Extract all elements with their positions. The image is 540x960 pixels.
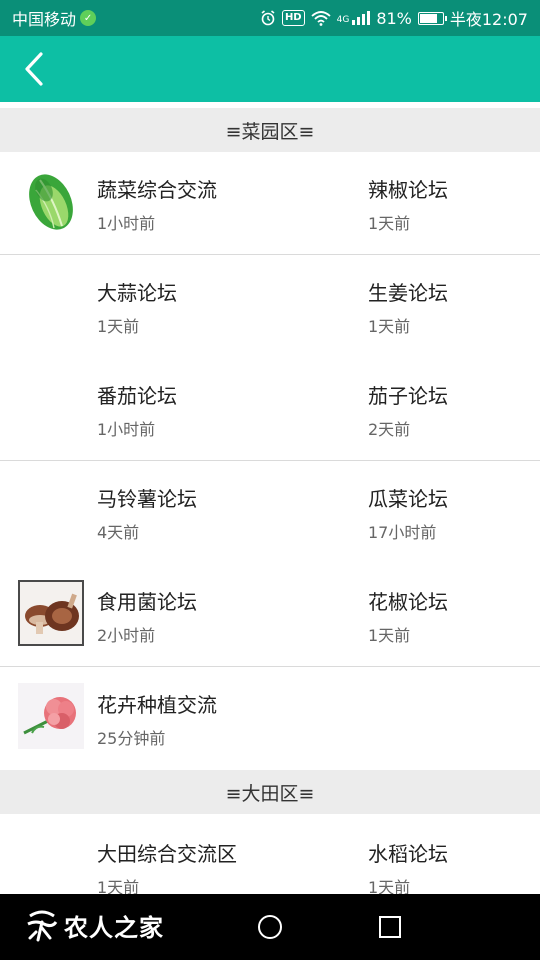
recent-apps-button[interactable] xyxy=(379,916,401,938)
forum-name: 马铃薯论坛 xyxy=(97,487,197,511)
forum-item-flowers[interactable]: 花卉种植交流 25分钟前 xyxy=(0,667,350,770)
forum-item-pepper[interactable]: 辣椒论坛 1天前 xyxy=(350,152,540,254)
forum-time: 2天前 xyxy=(368,420,411,439)
forum-name: 花卉种植交流 xyxy=(97,693,217,717)
forum-item-potato[interactable]: 马铃薯论坛 4天前 xyxy=(0,461,350,564)
brand-emblem-icon xyxy=(27,910,58,942)
forum-time: 1天前 xyxy=(97,317,140,336)
forum-row: 番茄论坛 1小时前 茄子论坛 2天前 xyxy=(0,358,540,461)
forum-name: 大蒜论坛 xyxy=(97,281,177,305)
forum-time: 17小时前 xyxy=(368,523,437,542)
forum-name: 水稻论坛 xyxy=(368,842,448,866)
battery-fill xyxy=(419,13,438,23)
app-bar xyxy=(0,36,540,102)
carrier-name: 中国移动 xyxy=(12,10,77,29)
forum-time: 25分钟前 xyxy=(97,729,166,748)
forum-time: 1天前 xyxy=(368,626,411,645)
wifi-icon xyxy=(311,11,331,26)
brand-name: 农人之家 xyxy=(64,912,164,942)
forum-item-field-general[interactable]: 大田综合交流区 1天前 xyxy=(0,814,350,894)
forum-name: 辣椒论坛 xyxy=(368,178,448,202)
cabbage-thumbnail xyxy=(18,168,84,234)
forum-row: 大田综合交流区 1天前 水稻论坛 1天前 xyxy=(0,814,540,894)
brand-logo: 农人之家 xyxy=(24,906,164,944)
forum-time: 1天前 xyxy=(368,878,411,894)
carrier-logo-icon: ✓ xyxy=(80,10,97,26)
forum-time: 1小时前 xyxy=(97,214,156,233)
forum-name: 食用菌论坛 xyxy=(97,590,197,614)
section-title: ≡大田区≡ xyxy=(225,782,315,805)
forum-time: 4天前 xyxy=(97,523,140,542)
forum-row: 大蒜论坛 1天前 生姜论坛 1天前 xyxy=(0,255,540,358)
forum-list[interactable]: ≡菜园区≡ 蔬菜综合交流 1小时前 辣椒论坛 1天前 大蒜论坛 1天前 生姜论坛… xyxy=(0,102,540,894)
forum-name: 生姜论坛 xyxy=(368,281,448,305)
back-button[interactable] xyxy=(14,48,54,90)
forum-item-mushroom[interactable]: 食用菌论坛 2小时前 xyxy=(0,564,350,666)
forum-item-vegetables[interactable]: 蔬菜综合交流 1小时前 xyxy=(0,152,350,254)
forum-item-rice[interactable]: 水稻论坛 1天前 xyxy=(350,814,540,894)
status-right: HD 4G 81% 半夜12:07 xyxy=(260,6,528,30)
network-type: 4G xyxy=(336,15,350,25)
battery-percent: 81% xyxy=(376,8,412,28)
forum-name: 番茄论坛 xyxy=(97,384,177,408)
home-button[interactable] xyxy=(258,915,282,939)
forum-row: 马铃薯论坛 4天前 瓜菜论坛 17小时前 xyxy=(0,461,540,564)
section-header-garden: ≡菜园区≡ xyxy=(0,108,540,152)
signal-icon: 4G xyxy=(337,11,371,25)
forum-time: 1小时前 xyxy=(97,420,156,439)
forum-name: 瓜菜论坛 xyxy=(368,487,448,511)
forum-time: 1天前 xyxy=(368,317,411,336)
forum-name: 花椒论坛 xyxy=(368,590,448,614)
alarm-icon xyxy=(261,10,275,26)
carnation-thumbnail xyxy=(18,683,84,749)
section-header-field: ≡大田区≡ xyxy=(0,770,540,814)
section-title: ≡菜园区≡ xyxy=(225,120,315,143)
forum-item-eggplant[interactable]: 茄子论坛 2天前 xyxy=(350,358,540,460)
forum-row: 蔬菜综合交流 1小时前 辣椒论坛 1天前 xyxy=(0,152,540,255)
hd-icon: HD xyxy=(281,10,305,26)
mushroom-thumbnail xyxy=(18,580,84,646)
forum-name: 大田综合交流区 xyxy=(97,842,237,866)
forum-item-ginger[interactable]: 生姜论坛 1天前 xyxy=(350,255,540,358)
forum-item-tomato[interactable]: 番茄论坛 1小时前 xyxy=(0,358,350,460)
forum-time: 2小时前 xyxy=(97,626,156,645)
battery-icon xyxy=(417,11,447,25)
forum-time: 1天前 xyxy=(368,214,411,233)
clock-time: 半夜12:07 xyxy=(449,10,528,29)
forum-row: 食用菌论坛 2小时前 花椒论坛 1天前 xyxy=(0,564,540,667)
forum-item-melon[interactable]: 瓜菜论坛 17小时前 xyxy=(350,461,540,564)
forum-item-garlic[interactable]: 大蒜论坛 1天前 xyxy=(0,255,350,358)
forum-name: 茄子论坛 xyxy=(368,384,448,408)
chevron-left-icon xyxy=(25,52,43,86)
forum-row: 花卉种植交流 25分钟前 xyxy=(0,667,540,770)
navigation-bar: 农人之家 xyxy=(0,894,540,960)
status-left: 中国移动 ✓ xyxy=(12,6,97,30)
status-bar: 中国移动 ✓ HD 4G 81% 半夜12:07 xyxy=(0,0,540,36)
forum-item-sichuan-pepper[interactable]: 花椒论坛 1天前 xyxy=(350,564,540,666)
forum-time: 1天前 xyxy=(97,878,140,894)
forum-name: 蔬菜综合交流 xyxy=(97,178,217,202)
